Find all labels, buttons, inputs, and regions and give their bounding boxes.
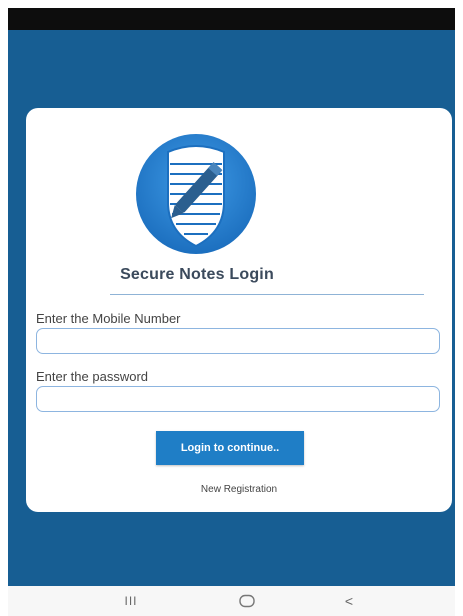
- password-input[interactable]: [36, 386, 440, 412]
- title-divider: [110, 294, 424, 295]
- back-button[interactable]: <: [334, 590, 364, 612]
- home-icon: [239, 594, 255, 608]
- mobile-number-input[interactable]: [36, 328, 440, 354]
- page-title: Secure Notes Login: [120, 266, 274, 283]
- status-bar: [8, 8, 455, 30]
- recents-icon: III: [124, 594, 138, 608]
- password-label: Enter the password: [36, 369, 149, 384]
- back-icon: <: [344, 593, 354, 609]
- mobile-number-label: Enter the Mobile Number: [36, 311, 181, 326]
- home-button[interactable]: [232, 590, 262, 612]
- recents-button[interactable]: III: [116, 590, 146, 612]
- system-navigation-bar: III <: [8, 586, 455, 616]
- login-card: Secure Notes Login Enter the Mobile Numb…: [26, 108, 452, 512]
- new-registration-link[interactable]: New Registration: [26, 484, 452, 495]
- login-button[interactable]: Login to continue..: [156, 431, 304, 465]
- shield-notepad-pencil-icon: [136, 134, 256, 254]
